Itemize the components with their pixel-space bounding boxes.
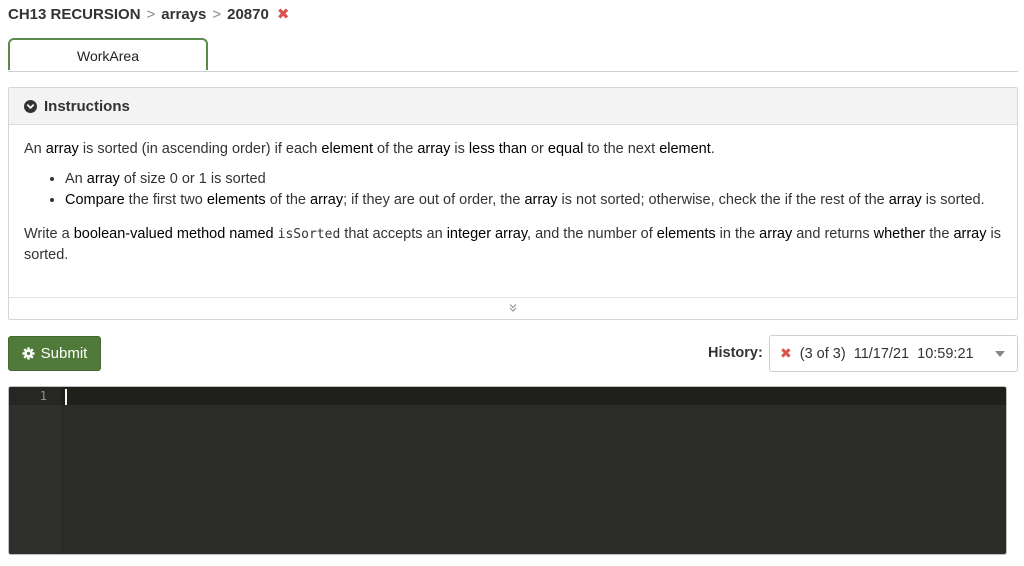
gear-icon: [22, 347, 35, 360]
breadcrumb-separator: >: [146, 5, 156, 23]
double-chevron-down-icon: [508, 300, 518, 318]
tab-divider: [8, 71, 1018, 72]
instructions-paragraph: Write a boolean-valued method named isSo…: [24, 226, 1001, 263]
breadcrumb: CH13 RECURSION > arrays > 20870 ✖: [8, 5, 290, 24]
submit-button[interactable]: Submit: [8, 336, 101, 371]
text-cursor: [65, 389, 67, 405]
fail-x-icon: ✖: [780, 345, 792, 361]
expand-toggle[interactable]: [9, 297, 1017, 319]
instructions-title: Instructions: [44, 97, 130, 115]
breadcrumb-exercise: 20870: [227, 5, 269, 23]
history-selected-value: (3 of 3) 11/17/21 10:59:21: [799, 345, 974, 362]
breadcrumb-separator: >: [212, 5, 222, 23]
code-editor[interactable]: 1: [8, 386, 1007, 555]
submit-label: Submit: [40, 345, 88, 362]
list-item: An array of size 0 or 1 is sorted: [65, 169, 1002, 189]
instructions-header[interactable]: Instructions: [9, 88, 1017, 125]
tab-workarea[interactable]: WorkArea: [8, 38, 208, 70]
history-select[interactable]: ✖ (3 of 3) 11/17/21 10:59:21: [769, 335, 1018, 372]
active-gutter-highlight: 1: [9, 387, 61, 405]
instructions-paragraph: An array is sorted (in ascending order) …: [24, 141, 715, 157]
active-line-highlight: [9, 387, 1006, 405]
breadcrumb-chapter[interactable]: CH13 RECURSION: [8, 6, 141, 23]
fail-x-icon: ✖: [276, 6, 290, 23]
breadcrumb-section[interactable]: arrays: [161, 6, 206, 23]
line-number: 1: [39, 389, 47, 403]
instructions-body: An array is sorted (in ascending order) …: [9, 139, 1017, 265]
method-name-code: isSorted: [277, 227, 341, 242]
chevron-circle-down-icon: [24, 99, 37, 113]
caret-down-icon: [995, 351, 1005, 357]
instructions-panel: Instructions An array is sorted (in asce…: [8, 87, 1018, 320]
history-label: History:: [708, 345, 763, 361]
list-item: Compare the first two elements of the ar…: [65, 190, 1002, 210]
instructions-list: An array of size 0 or 1 is sorted Compar…: [24, 169, 1002, 210]
line-number-gutter: [9, 387, 61, 554]
